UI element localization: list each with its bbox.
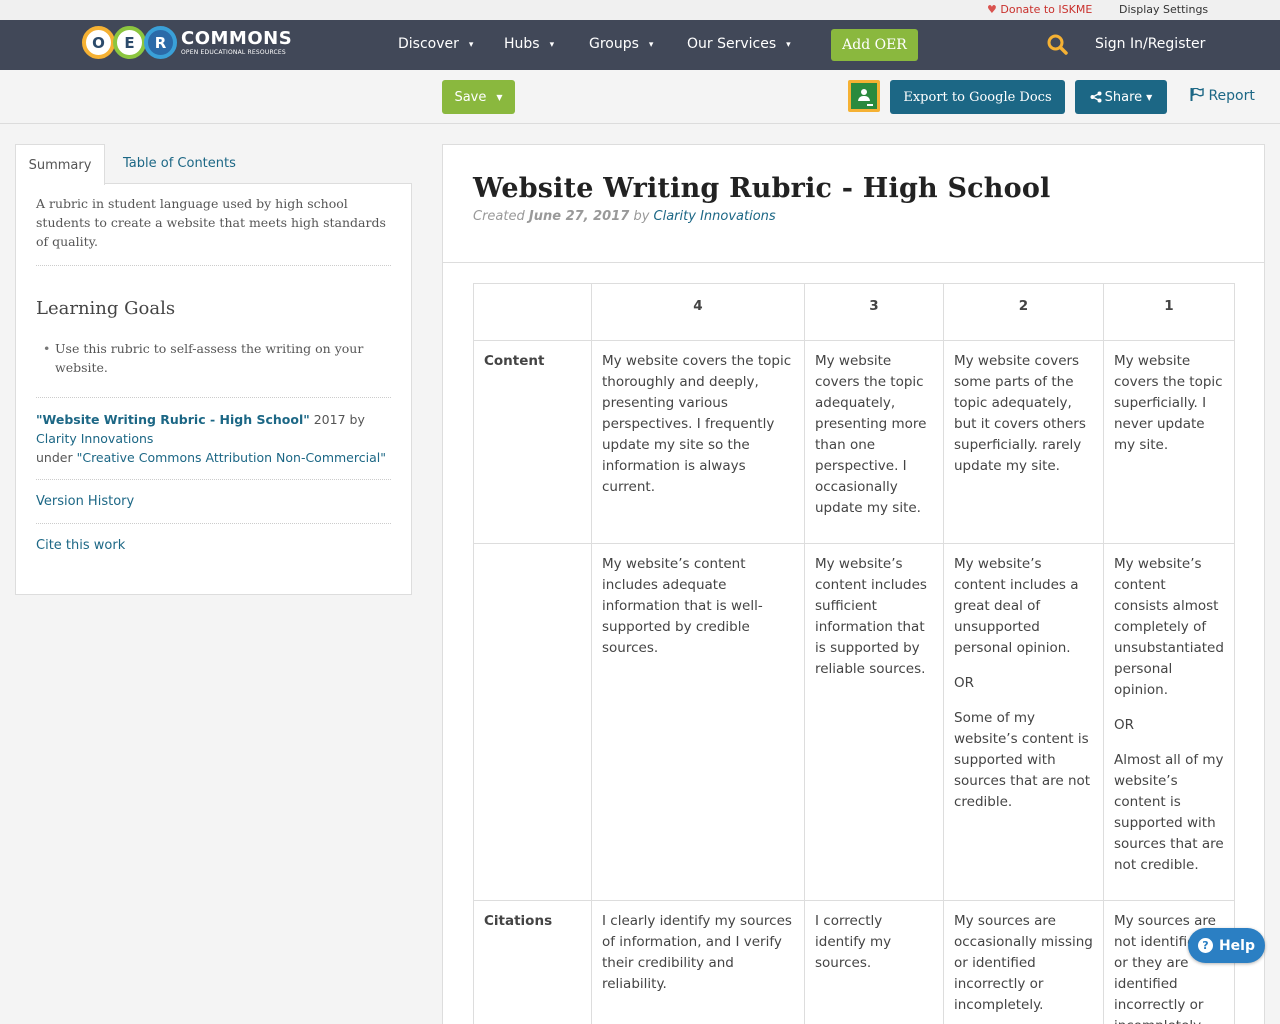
google-classroom-icon[interactable] — [848, 80, 880, 112]
rubric-cell: My website covers some parts of the topi… — [943, 340, 1104, 544]
learning-goals-heading: Learning Goals — [36, 298, 176, 319]
display-settings-link[interactable]: Display Settings — [1119, 3, 1208, 16]
nav-discover[interactable]: Discover ▾ — [398, 36, 473, 52]
rubric-header-cell — [473, 283, 592, 341]
rubric-header-row: 4 3 2 1 — [473, 283, 1235, 341]
report-button[interactable]: Report — [1190, 87, 1255, 104]
nav-our-services[interactable]: Our Services ▾ — [687, 36, 791, 52]
created-date: June 27, 2017 — [528, 209, 630, 224]
share-button[interactable]: Share ▼ — [1075, 80, 1167, 114]
rubric-cell: My website covers the topic superficiall… — [1103, 340, 1235, 544]
sign-in-register-link[interactable]: Sign In/Register — [1095, 36, 1205, 52]
attribution-author-link[interactable]: Clarity Innovations — [36, 431, 153, 446]
attribution-title-link[interactable]: "Website Writing Rubric - High School" — [36, 412, 310, 427]
version-history-link[interactable]: Version History — [36, 494, 391, 524]
chevron-down-icon: ▾ — [648, 40, 654, 50]
caret-down-icon: ▼ — [496, 92, 503, 102]
rubric-row-content-sources: My website’s content includes adequate i… — [473, 543, 1235, 901]
nav-groups[interactable]: Groups ▾ — [589, 36, 653, 52]
rubric-cell: My website’s content includes adequate i… — [591, 543, 805, 901]
sidebar-tabs: Summary Table of Contents — [15, 144, 412, 185]
rubric-cell: My website’s content includes a great de… — [943, 543, 1104, 901]
rubric-cell: My website covers the topic adequately, … — [804, 340, 944, 544]
nav-hubs[interactable]: Hubs ▾ — [504, 36, 554, 52]
tab-table-of-contents[interactable]: Table of Contents — [123, 156, 236, 171]
logo-letter-o: O — [82, 26, 115, 59]
add-oer-button[interactable]: Add OER — [831, 29, 918, 61]
learning-goal-item: Use this rubric to self-assess the writi… — [43, 339, 391, 377]
save-button[interactable]: Save ▼ — [442, 80, 515, 114]
rubric-table: 4 3 2 1 Content My website covers the to… — [473, 283, 1235, 1024]
rubric-row-content: Content My website covers the topic thor… — [473, 340, 1235, 544]
rubric-cell: I clearly identify my sources of informa… — [591, 900, 805, 1024]
utility-bar: ♥ Donate to ISKME Display Settings — [0, 0, 1280, 20]
cite-this-work-link[interactable]: Cite this work — [36, 538, 391, 553]
oer-commons-logo[interactable]: O E R COMMONS OPEN EDUCATIONAL RESOURCES — [82, 26, 292, 59]
caret-down-icon: ▼ — [1146, 92, 1153, 102]
document-header: Website Writing Rubric - High School Cre… — [443, 145, 1264, 263]
page-title: Website Writing Rubric - High School — [473, 173, 1051, 204]
chevron-down-icon: ▾ — [786, 40, 791, 50]
rubric-cell: I correctly identify my sources. — [804, 900, 944, 1024]
logo-letter-e: E — [113, 26, 146, 59]
rubric-header-cell: 3 — [804, 283, 944, 341]
rubric-cell: My website’s content includes sufficient… — [804, 543, 944, 901]
summary-text: A rubric in student language used by hig… — [36, 194, 391, 266]
share-icon — [1090, 91, 1102, 103]
question-icon: ? — [1197, 938, 1213, 953]
rubric-row-label: Content — [473, 340, 592, 544]
help-button[interactable]: ? Help — [1188, 928, 1265, 963]
license-link[interactable]: "Creative Commons Attribution Non-Commer… — [77, 450, 386, 465]
resource-sidebar: Summary Table of Contents A rubric in st… — [15, 144, 412, 595]
rubric-header-cell: 1 — [1103, 283, 1235, 341]
search-icon[interactable] — [1047, 34, 1068, 55]
flag-icon — [1190, 87, 1204, 101]
author-link[interactable]: Clarity Innovations — [654, 209, 776, 224]
document-panel: Website Writing Rubric - High School Cre… — [442, 144, 1265, 1024]
export-google-docs-button[interactable]: Export to Google Docs — [890, 80, 1065, 114]
logo-letter-r: R — [144, 26, 177, 59]
rubric-cell: My website’s content consists almost com… — [1103, 543, 1235, 901]
heart-icon: ♥ — [987, 3, 997, 16]
chevron-down-icon: ▾ — [549, 40, 555, 50]
rubric-header-cell: 2 — [943, 283, 1104, 341]
chevron-down-icon: ▾ — [468, 40, 474, 50]
document-meta: Created June 27, 2017 by Clarity Innovat… — [473, 209, 776, 224]
donate-link[interactable]: ♥ Donate to ISKME — [987, 3, 1092, 16]
summary-panel: A rubric in student language used by hig… — [15, 184, 412, 595]
rubric-cell: My sources are occasionally missing or i… — [943, 900, 1104, 1024]
rubric-cell: My website covers the topic thoroughly a… — [591, 340, 805, 544]
logo-wordmark: COMMONS OPEN EDUCATIONAL RESOURCES — [181, 27, 293, 56]
main-navbar: O E R COMMONS OPEN EDUCATIONAL RESOURCES… — [0, 20, 1280, 70]
rubric-row-label: Citations — [473, 900, 592, 1024]
attribution: "Website Writing Rubric - High School" 2… — [36, 410, 391, 480]
resource-toolbar: Save ▼ Export to Google Docs Share ▼ Repor… — [0, 70, 1280, 124]
rubric-row-citations: Citations I clearly identify my sources … — [473, 900, 1235, 1024]
rubric-row-label — [473, 543, 592, 901]
tab-summary[interactable]: Summary — [15, 144, 105, 185]
rubric-header-cell: 4 — [591, 283, 805, 341]
learning-goals-list: Use this rubric to self-assess the writi… — [36, 339, 391, 398]
